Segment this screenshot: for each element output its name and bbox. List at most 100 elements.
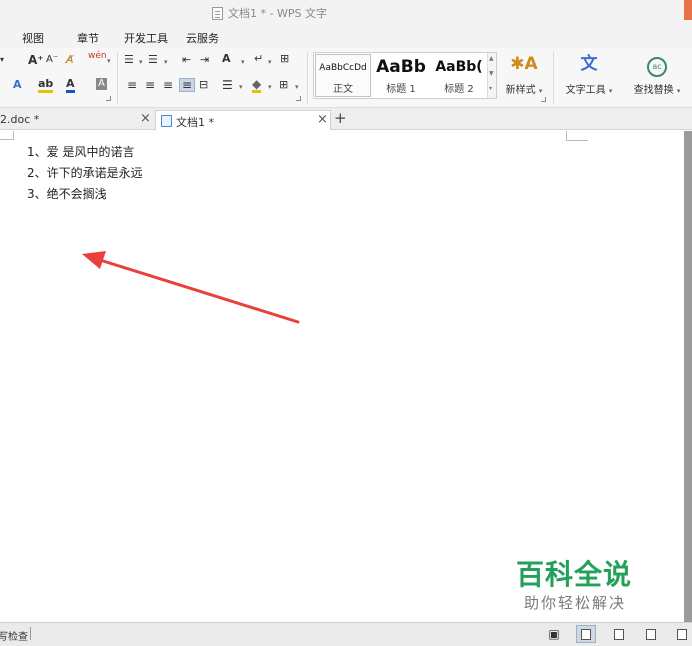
- borders-dropdown-icon[interactable]: ▾: [295, 83, 299, 91]
- style-heading-1[interactable]: AaBb 标题 1: [372, 53, 430, 98]
- show-marks-button[interactable]: ↵: [254, 53, 263, 64]
- margin-corner-mark: [0, 131, 14, 140]
- fullscreen-view-button[interactable]: ▣: [544, 625, 564, 643]
- font-grow-button[interactable]: A⁺: [28, 54, 44, 66]
- paragraph-shading-icon[interactable]: ◆: [252, 78, 262, 93]
- sort-button[interactable]: A: [222, 53, 231, 64]
- font-shrink-button[interactable]: A⁻: [46, 55, 58, 65]
- document-icon: [212, 6, 223, 20]
- distributed-align-icon[interactable]: ⊟: [199, 79, 208, 90]
- font-size-dropdown-icon[interactable]: ▾: [0, 56, 4, 64]
- align-justify-icon[interactable]: ≡: [179, 78, 196, 92]
- menu-bar: 视图 章节 开发工具 云服务: [0, 26, 692, 48]
- document-line[interactable]: 1、爱 是风中的诺言: [27, 143, 134, 160]
- style-heading-2[interactable]: AaBb( 标题 2: [430, 53, 488, 98]
- scroll-up-icon[interactable]: ▲: [489, 55, 494, 62]
- close-icon[interactable]: ×: [317, 112, 328, 127]
- tab-label: 2.doc *: [0, 113, 40, 126]
- status-bar: 拼写检查 ▣: [0, 622, 692, 646]
- page-view-button[interactable]: [576, 625, 596, 643]
- bullet-list-button[interactable]: ☰: [124, 54, 134, 65]
- find-replace-button[interactable]: ac 查找替换 ▾: [626, 52, 688, 102]
- text-tools-label: 文字工具: [565, 85, 606, 96]
- document-line[interactable]: 3、绝不会搁浅: [27, 185, 107, 202]
- align-left-icon[interactable]: ≡: [127, 79, 137, 91]
- tab-2-doc[interactable]: 2.doc * ×: [0, 110, 152, 130]
- document-tab-bar: 2.doc * × 文档1 * × +: [0, 108, 692, 130]
- document-icon: [161, 115, 172, 127]
- reading-view-button[interactable]: [672, 625, 692, 643]
- line-spacing-icon[interactable]: ☰: [222, 79, 233, 91]
- style-preview: AaBb: [376, 57, 426, 77]
- bullet-list-dropdown-icon[interactable]: ▾: [139, 58, 143, 66]
- phonetic-dropdown-icon[interactable]: ▾: [107, 57, 111, 65]
- numbered-list-button[interactable]: ☰: [148, 54, 158, 65]
- increase-indent-button[interactable]: ⇥: [200, 54, 209, 65]
- style-gallery-scroll[interactable]: ▲ ▼ ▾: [487, 53, 496, 98]
- numbered-list-dropdown-icon[interactable]: ▾: [164, 58, 168, 66]
- scroll-down-icon[interactable]: ▼: [489, 70, 494, 77]
- outline-view-button[interactable]: [609, 625, 629, 643]
- style-preview: AaBb(: [435, 59, 483, 75]
- tab-document-1[interactable]: 文档1 * ×: [155, 110, 331, 130]
- margin-corner-mark: [566, 131, 588, 141]
- document-line[interactable]: 2、许下的承诺是永远: [27, 164, 143, 181]
- menu-cloud-service[interactable]: 云服务: [186, 30, 219, 46]
- paragraph-shading-dropdown-icon[interactable]: ▾: [268, 83, 272, 91]
- text-effect-button[interactable]: A: [13, 79, 22, 90]
- spell-check-status[interactable]: 拼写检查: [0, 628, 28, 643]
- style-normal[interactable]: AaBbCcDd 正文: [314, 53, 372, 98]
- new-style-label: 新样式: [505, 85, 536, 96]
- menu-view[interactable]: 视图: [22, 30, 44, 46]
- new-style-dropdown-icon[interactable]: ▾: [537, 87, 543, 95]
- web-view-button[interactable]: [641, 625, 661, 643]
- table-button[interactable]: ⊞: [280, 53, 289, 64]
- new-tab-icon[interactable]: +: [334, 109, 347, 127]
- ribbon-separator: [553, 52, 554, 104]
- paragraph-dialog-launcher-icon[interactable]: [296, 96, 301, 101]
- font-color-button[interactable]: A: [66, 78, 75, 93]
- font-dialog-launcher-icon[interactable]: [106, 96, 111, 101]
- web-view-icon: [646, 628, 656, 640]
- page-view-icon: [581, 628, 591, 640]
- watermark-title: 百科全说: [516, 558, 633, 591]
- line-spacing-dropdown-icon[interactable]: ▾: [239, 83, 243, 91]
- document-page[interactable]: 1、爱 是风中的诺言 2、许下的承诺是永远 3、绝不会搁浅: [0, 131, 684, 622]
- text-tools-button[interactable]: 文 文字工具 ▾: [558, 52, 620, 102]
- clear-format-button[interactable]: A̸: [66, 54, 74, 65]
- decrease-indent-button[interactable]: ⇤: [182, 54, 191, 65]
- style-name: 标题 1: [386, 84, 416, 95]
- window-title-text: 文档1 * - WPS 文字: [228, 7, 327, 20]
- menu-chapter[interactable]: 章节: [77, 30, 99, 46]
- window-title: 文档1 * - WPS 文字: [212, 5, 327, 21]
- menu-developer-tools[interactable]: 开发工具: [124, 30, 168, 46]
- expand-gallery-icon[interactable]: ▾: [489, 85, 492, 92]
- vertical-scrollbar[interactable]: [684, 131, 692, 622]
- text-tools-dropdown-icon[interactable]: ▾: [607, 87, 613, 95]
- styles-dialog-launcher-icon[interactable]: [541, 97, 546, 102]
- fullscreen-icon: ▣: [548, 627, 560, 641]
- reading-view-icon: [677, 628, 687, 640]
- sort-dropdown-icon[interactable]: ▾: [241, 58, 245, 66]
- borders-icon[interactable]: ⊞: [279, 79, 288, 90]
- window-control-accent[interactable]: [684, 0, 692, 20]
- phonetic-guide-button[interactable]: wén: [88, 52, 107, 61]
- highlight-button[interactable]: ab: [38, 78, 54, 93]
- style-name: 标题 2: [444, 84, 474, 95]
- status-separator: [30, 627, 31, 640]
- close-icon[interactable]: ×: [140, 111, 151, 126]
- new-style-button[interactable]: ✱A 新样式 ▾: [500, 52, 548, 102]
- tab-label: 文档1 *: [176, 116, 214, 129]
- find-replace-icon: ac: [626, 52, 688, 77]
- watermark-subtitle: 助你轻松解决: [524, 594, 627, 612]
- show-marks-dropdown-icon[interactable]: ▾: [268, 58, 272, 66]
- align-right-icon[interactable]: ≡: [163, 79, 173, 91]
- text-tools-icon: 文: [580, 54, 598, 74]
- style-name: 正文: [333, 84, 353, 95]
- ribbon-separator: [117, 52, 118, 104]
- align-center-icon[interactable]: ≡: [145, 79, 155, 91]
- char-shading-button[interactable]: A: [96, 78, 107, 90]
- outline-view-icon: [614, 628, 624, 640]
- style-gallery: AaBbCcDd 正文 AaBb 标题 1 AaBb( 标题 2 ▲ ▼ ▾: [313, 52, 497, 99]
- find-replace-dropdown-icon[interactable]: ▾: [675, 87, 681, 95]
